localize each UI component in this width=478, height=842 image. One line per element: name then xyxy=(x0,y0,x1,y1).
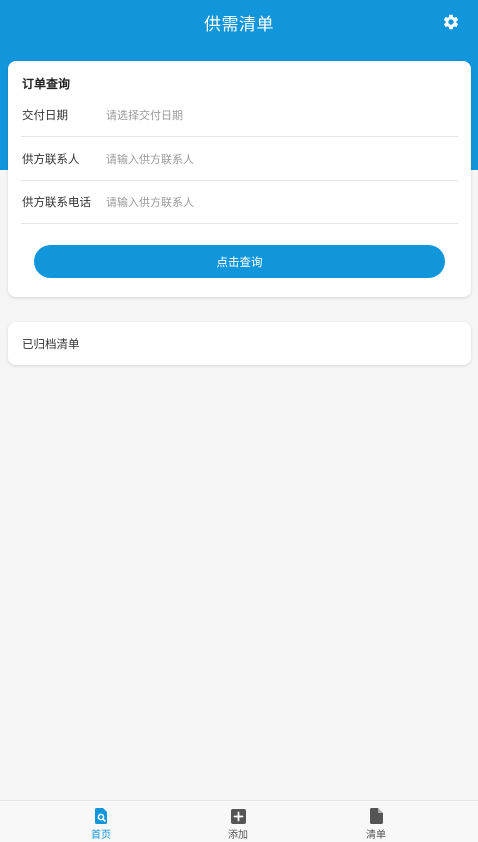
delivery-date-input[interactable] xyxy=(106,100,426,130)
delivery-date-field[interactable]: 交付日期 xyxy=(21,94,458,137)
tab-label: 添加 xyxy=(228,830,248,841)
page-title: 供需清单 xyxy=(204,14,274,35)
gear-icon[interactable] xyxy=(441,12,461,32)
archived-list-label: 已归档清单 xyxy=(22,336,80,351)
tab-home[interactable]: 首页 xyxy=(71,808,131,842)
supplier-phone-field[interactable]: 供方联系电话 xyxy=(21,181,458,224)
tab-label: 清单 xyxy=(366,830,386,841)
app-screen: 供需清单 订单查询 交付日期 供方联系人 供方联系电话 点击查询 已归档清单 xyxy=(0,0,478,842)
top-bar: 供需清单 xyxy=(0,0,478,44)
order-query-card: 订单查询 交付日期 供方联系人 供方联系电话 点击查询 xyxy=(8,61,471,297)
field-label: 供方联系电话 xyxy=(22,195,91,209)
plus-square-icon xyxy=(230,808,246,824)
tab-list[interactable]: 清单 xyxy=(346,808,406,842)
supplier-contact-field[interactable]: 供方联系人 xyxy=(21,138,458,181)
tab-label: 首页 xyxy=(91,830,111,841)
bottom-tab-bar: 首页 添加 清单 xyxy=(0,800,478,842)
tab-add[interactable]: 添加 xyxy=(208,808,268,842)
query-button[interactable]: 点击查询 xyxy=(34,245,445,278)
document-icon xyxy=(368,808,384,824)
card-title: 订单查询 xyxy=(22,77,71,91)
search-document-icon xyxy=(93,808,109,824)
field-label: 交付日期 xyxy=(22,108,68,122)
field-label: 供方联系人 xyxy=(22,152,80,166)
archived-list-card[interactable]: 已归档清单 xyxy=(8,322,471,365)
supplier-phone-input[interactable] xyxy=(106,187,426,217)
supplier-contact-input[interactable] xyxy=(106,144,426,174)
